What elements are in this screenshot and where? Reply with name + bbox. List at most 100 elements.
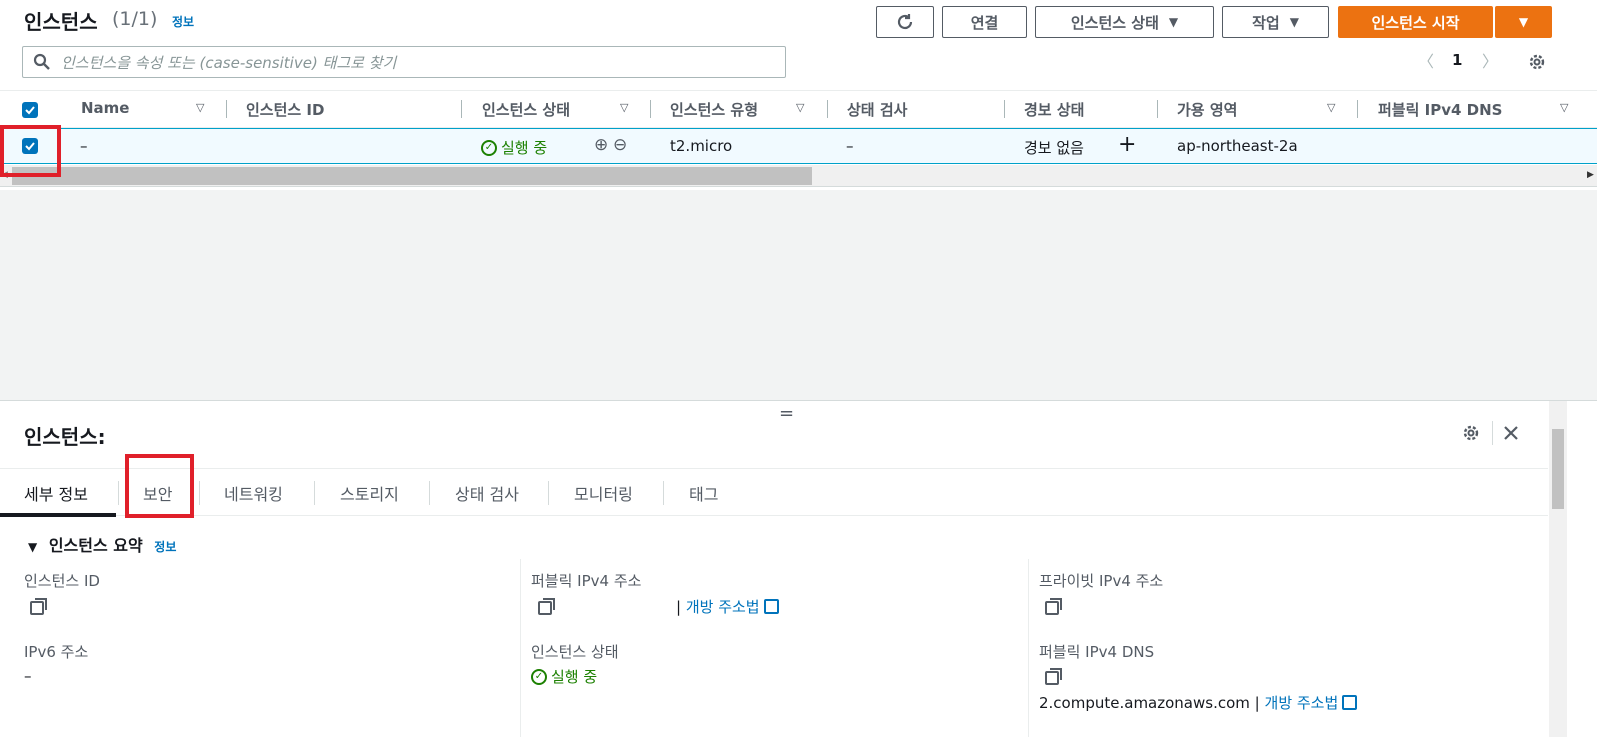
separator-pipe: | — [676, 598, 682, 616]
tab-networking[interactable]: 네트워킹 — [224, 481, 283, 505]
column-divider — [1157, 100, 1158, 118]
instance-state-value: ✓ 실행 중 — [531, 666, 597, 687]
column-divider — [461, 100, 462, 118]
col-header-instance-state[interactable]: 인스턴스 상태 — [482, 99, 570, 120]
col-header-availability-zone[interactable]: 가용 영역 — [1177, 99, 1237, 120]
launch-options-button[interactable]: ▼ — [1495, 6, 1552, 38]
column-divider — [827, 100, 828, 118]
select-all-checkbox[interactable] — [22, 102, 38, 118]
instance-id-label: 인스턴스 ID — [24, 572, 100, 590]
panel-divider — [1492, 421, 1493, 445]
vertical-scrollbar[interactable] — [1549, 401, 1567, 737]
refresh-button[interactable] — [876, 6, 934, 38]
copy-icon[interactable] — [30, 598, 47, 615]
caret-down-icon: ▼ — [1289, 15, 1299, 29]
drag-handle-icon[interactable]: = — [779, 403, 794, 424]
cell-instance-type: t2.micro — [670, 137, 733, 155]
page-number[interactable]: 1 — [1452, 51, 1462, 69]
actions-dropdown[interactable]: 작업 ▼ — [1222, 6, 1329, 38]
cell-status-check: – — [846, 137, 854, 155]
copy-icon[interactable] — [538, 598, 555, 615]
table-header: Name ▽ 인스턴스 ID 인스턴스 상태 ▽ 인스턴스 유형 ▽ 상태 검사… — [0, 90, 1597, 128]
tab-monitoring[interactable]: 모니터링 — [574, 481, 633, 505]
tab-tags[interactable]: 태그 — [689, 481, 718, 505]
instance-state-label: 인스턴스 상태 — [1070, 13, 1159, 32]
expand-caret-icon: ▼ — [28, 540, 38, 554]
tab-divider — [429, 481, 430, 505]
search-icon — [33, 53, 50, 70]
col-header-alarm-status[interactable]: 경보 상태 — [1024, 99, 1084, 120]
zoom-out-icon[interactable]: ⊖ — [613, 135, 627, 155]
ipv6-label: IPv6 주소 — [24, 643, 89, 661]
state-label: 실행 중 — [501, 139, 548, 157]
open-address-link[interactable]: 개방 주소법 — [686, 598, 760, 616]
column-divider — [1357, 100, 1358, 118]
detail-tabs: 세부 정보 보안 네트워킹 스토리지 상태 검사 모니터링 태그 — [0, 468, 1548, 517]
public-ip-label: 퍼블릭 IPv4 주소 — [531, 572, 642, 590]
prev-page-icon[interactable]: 〈 — [1418, 48, 1434, 72]
private-ip-label: 프라이빗 IPv4 주소 — [1039, 572, 1164, 590]
running-status-icon: ✓ — [481, 139, 497, 156]
summary-info-link[interactable]: 정보 — [154, 540, 176, 554]
close-icon[interactable] — [1503, 425, 1519, 441]
public-dns-value: 2.compute.amazonaws.com | 개방 주소법 — [1039, 692, 1358, 713]
open-address-link[interactable]: 개방 주소법 — [1265, 694, 1339, 712]
search-placeholder: 인스턴스을 속성 또는 (case-sensitive) 태그로 찾기 — [61, 53, 397, 72]
summary-title: 인스턴스 요약 — [48, 536, 143, 555]
next-page-icon[interactable]: 〉 — [1482, 48, 1498, 72]
sort-icon[interactable]: ▽ — [1327, 101, 1335, 114]
tab-divider — [663, 481, 664, 505]
panel-settings-gear-icon[interactable] — [1461, 423, 1481, 443]
scrollbar-thumb[interactable] — [1552, 429, 1564, 509]
zoom-in-icon[interactable]: ⊕ — [594, 135, 608, 155]
instance-state-dropdown[interactable]: 인스턴스 상태 ▼ — [1035, 6, 1214, 38]
external-link-icon[interactable] — [1342, 695, 1358, 710]
add-alarm-icon[interactable]: + — [1118, 132, 1136, 157]
state-value-label: 실행 중 — [551, 668, 598, 686]
cell-instance-state: ✓ 실행 중 — [481, 137, 547, 158]
running-status-icon: ✓ — [531, 668, 547, 685]
instances-table-container: 인스턴스 (1/1) 정보 연결 인스턴스 상태 ▼ 작업 ▼ 인스턴스 시작 ▼ … — [0, 0, 1597, 190]
tab-status-checks[interactable]: 상태 검사 — [455, 481, 519, 505]
info-link[interactable]: 정보 — [172, 13, 194, 30]
column-divider — [650, 100, 651, 118]
separator-pipe: | — [1254, 694, 1260, 712]
public-ip-value: | 개방 주소법 — [676, 596, 779, 617]
caret-down-icon: ▼ — [1518, 15, 1529, 29]
search-input[interactable]: 인스턴스을 속성 또는 (case-sensitive) 태그로 찾기 — [22, 46, 786, 78]
instance-state-label: 인스턴스 상태 — [531, 643, 619, 661]
copy-icon[interactable] — [1045, 668, 1062, 685]
launch-instance-button[interactable]: 인스턴스 시작 — [1338, 6, 1493, 38]
launch-label: 인스턴스 시작 — [1371, 13, 1460, 32]
page-title: 인스턴스 — [24, 10, 98, 34]
settings-gear-icon[interactable] — [1527, 52, 1547, 72]
copy-icon[interactable] — [1045, 598, 1062, 615]
col-header-instance-id[interactable]: 인스턴스 ID — [246, 99, 324, 120]
scroll-right-icon[interactable]: ▶ — [1587, 170, 1594, 180]
highlight-box — [125, 454, 194, 518]
col-header-instance-type[interactable]: 인스턴스 유형 — [670, 99, 758, 120]
instances-list-area: 인스턴스 (1/1) 정보 연결 인스턴스 상태 ▼ 작업 ▼ 인스턴스 시작 ▼ … — [0, 0, 1597, 410]
ipv6-value: – — [24, 667, 32, 685]
tab-details[interactable]: 세부 정보 — [24, 481, 88, 505]
instance-summary-header[interactable]: ▼ 인스턴스 요약 정보 — [28, 532, 176, 556]
horizontal-scrollbar[interactable]: ◀ ▶ — [0, 165, 1597, 187]
table-row[interactable]: – ✓ 실행 중 ⊕ ⊖ t2.micro – 경보 없음 + ap-north… — [0, 128, 1597, 164]
sort-icon[interactable]: ▽ — [1560, 101, 1568, 114]
scrollbar-thumb[interactable] — [12, 167, 812, 185]
sort-icon[interactable]: ▽ — [796, 101, 804, 114]
connect-label: 연결 — [970, 13, 999, 32]
actions-label: 작업 — [1252, 13, 1280, 32]
connect-button[interactable]: 연결 — [942, 6, 1027, 38]
tab-storage[interactable]: 스토리지 — [340, 481, 399, 505]
panel-title: 인스턴스: — [24, 425, 106, 449]
sort-icon[interactable]: ▽ — [196, 101, 204, 114]
external-link-icon[interactable] — [763, 599, 779, 614]
public-dns-text: 2.compute.amazonaws.com — [1039, 694, 1250, 712]
col-header-public-dns[interactable]: 퍼블릭 IPv4 DNS — [1378, 99, 1502, 120]
col-header-status-check[interactable]: 상태 검사 — [847, 99, 907, 120]
sort-icon[interactable]: ▽ — [620, 101, 628, 114]
col-header-name[interactable]: Name — [81, 99, 129, 117]
column-divider — [1028, 559, 1029, 737]
tab-divider — [548, 481, 549, 505]
